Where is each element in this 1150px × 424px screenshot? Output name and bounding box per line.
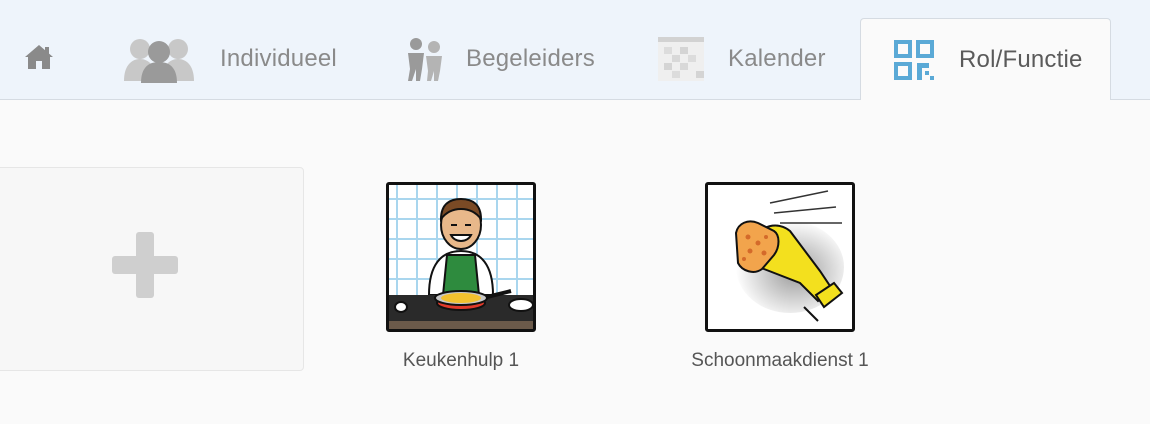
plus-icon — [112, 232, 178, 298]
tab-begeleiders[interactable]: Begeleiders — [400, 18, 620, 100]
tab-bar: Individueel Begeleiders Kalender Rol/Fun… — [0, 0, 1150, 100]
role-picture — [386, 182, 536, 332]
tab-label: Rol/Functie — [959, 45, 1083, 73]
calendar-grid-icon — [658, 37, 704, 81]
caregivers-icon — [408, 38, 442, 81]
role-card-keukenhulp[interactable]: Keukenhulp 1 — [378, 182, 544, 372]
tab-individueel[interactable]: Individueel — [118, 18, 358, 100]
cleaning-glove-icon — [708, 185, 852, 329]
role-name: Keukenhulp 1 — [402, 350, 520, 371]
tab-kalender[interactable]: Kalender — [658, 18, 848, 100]
home-icon[interactable] — [22, 42, 56, 72]
role-card-schoonmaakdienst[interactable]: Schoonmaakdienst 1 — [666, 182, 894, 372]
tab-rol-functie[interactable]: Rol/Functie — [860, 18, 1111, 100]
qr-grid-icon — [894, 39, 934, 80]
tab-label: Kalender — [728, 45, 826, 72]
tab-label: Individueel — [220, 45, 337, 72]
people-group-icon — [124, 39, 194, 83]
kitchen-helper-icon — [389, 185, 533, 329]
role-picture — [705, 182, 855, 332]
tab-label: Begeleiders — [466, 45, 595, 72]
role-name: Schoonmaakdienst 1 — [691, 350, 869, 371]
add-role-button[interactable] — [0, 167, 304, 371]
role-grid: Keukenhulp 1 Schoonmaakdienst 1 — [0, 100, 1150, 424]
